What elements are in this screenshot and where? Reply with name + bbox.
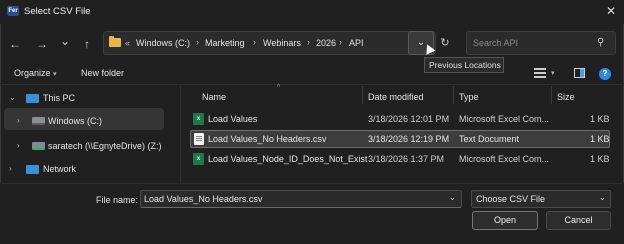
- network-icon: [26, 165, 39, 174]
- breadcrumb-separator: ›: [196, 37, 199, 47]
- column-header-type[interactable]: Type: [459, 92, 479, 102]
- sidebar-item-windows-c[interactable]: Windows (C:): [48, 116, 102, 126]
- expand-chevron-icon[interactable]: ›: [9, 164, 12, 173]
- file-date: 3/18/2026 12:01 PM: [368, 114, 450, 124]
- breadcrumb-windows-c[interactable]: Windows (C:): [136, 38, 190, 48]
- network-drive-icon: [32, 142, 45, 150]
- excel-csv-icon: x: [193, 153, 204, 165]
- help-icon[interactable]: ?: [599, 68, 611, 80]
- view-options-caret[interactable]: ▾: [551, 69, 555, 77]
- tooltip-previous-locations: Previous Locations: [424, 57, 504, 73]
- this-pc-icon: [26, 94, 39, 103]
- divider: [0, 84, 624, 85]
- breadcrumb-2026[interactable]: 2026: [316, 38, 336, 48]
- title-bar: [0, 0, 624, 24]
- column-header-date-modified[interactable]: Date modified: [368, 92, 424, 102]
- back-button[interactable]: ←: [6, 35, 24, 53]
- file-type: Microsoft Excel Com...: [459, 114, 550, 124]
- column-separator[interactable]: [453, 86, 454, 104]
- file-name-label: File name:: [96, 195, 139, 205]
- cancel-button[interactable]: Cancel: [546, 211, 611, 230]
- caret-down-icon: ▾: [53, 71, 57, 78]
- file-name[interactable]: Load Values: [208, 114, 257, 124]
- breadcrumb-marketing[interactable]: Marketing: [205, 38, 245, 48]
- recent-locations-button[interactable]: ⌄: [56, 32, 74, 50]
- file-type: Microsoft Excel Com...: [459, 154, 550, 164]
- view-list-icon[interactable]: [534, 68, 546, 78]
- file-type-value: Choose CSV File: [476, 194, 546, 204]
- up-button[interactable]: ↑: [78, 35, 96, 53]
- pane-divider[interactable]: [180, 85, 181, 183]
- sidebar-item-network[interactable]: Network: [43, 164, 76, 174]
- organize-label: Organize: [14, 68, 51, 78]
- column-separator[interactable]: [551, 86, 552, 104]
- forward-button[interactable]: →: [33, 35, 51, 53]
- expand-chevron-icon[interactable]: ›: [17, 116, 20, 125]
- app-icon: Fer: [7, 6, 19, 16]
- column-header-size[interactable]: Size: [557, 92, 575, 102]
- breadcrumb-separator: ›: [339, 37, 342, 47]
- breadcrumb-api[interactable]: API: [349, 38, 364, 48]
- collapse-chevron-icon[interactable]: ⌄: [9, 93, 16, 102]
- new-folder-button[interactable]: New folder: [81, 68, 124, 78]
- open-button[interactable]: Open: [472, 211, 538, 230]
- column-separator[interactable]: [362, 86, 363, 104]
- file-size: 1 KB: [590, 134, 610, 144]
- file-name-value[interactable]: Load Values_No Headers.csv: [144, 194, 262, 204]
- file-size: 1 KB: [590, 154, 610, 164]
- drive-icon: [32, 117, 45, 125]
- search-placeholder: Search API: [473, 38, 519, 48]
- expand-chevron-icon[interactable]: ›: [17, 141, 20, 150]
- excel-csv-icon: x: [193, 113, 204, 125]
- refresh-button[interactable]: ↻: [436, 34, 454, 52]
- folder-icon: [109, 36, 121, 47]
- sort-indicator-icon: ^: [277, 84, 281, 91]
- file-name[interactable]: Load Values_No Headers.csv: [208, 134, 326, 144]
- chevron-down-icon[interactable]: ⌄: [449, 193, 456, 202]
- file-size: 1 KB: [590, 114, 610, 124]
- file-date: 3/18/2026 1:37 PM: [368, 154, 445, 164]
- column-header-name[interactable]: Name: [202, 92, 226, 102]
- sidebar-item-this-pc[interactable]: This PC: [43, 93, 75, 103]
- text-document-icon: [194, 133, 204, 145]
- breadcrumb-overflow[interactable]: «: [125, 38, 130, 48]
- file-name[interactable]: Load Values_Node_ID_Does_Not_Exist: [208, 154, 367, 164]
- breadcrumb-separator: ›: [253, 37, 256, 47]
- organize-button[interactable]: Organize ▾: [14, 68, 57, 78]
- sidebar-item-saratech[interactable]: saratech (\\EgnyteDrive) (Z:): [48, 141, 162, 151]
- file-date: 3/18/2026 12:19 PM: [368, 134, 450, 144]
- preview-pane-icon[interactable]: [574, 68, 585, 78]
- chevron-down-icon[interactable]: ⌄: [599, 193, 606, 202]
- breadcrumb-separator: ›: [307, 37, 310, 47]
- dialog-title: Select CSV File: [24, 6, 91, 17]
- close-button[interactable]: ✕: [604, 4, 618, 18]
- search-icon[interactable]: ⚲: [597, 37, 604, 48]
- breadcrumb-webinars[interactable]: Webinars: [263, 38, 301, 48]
- file-type: Text Document: [459, 134, 520, 144]
